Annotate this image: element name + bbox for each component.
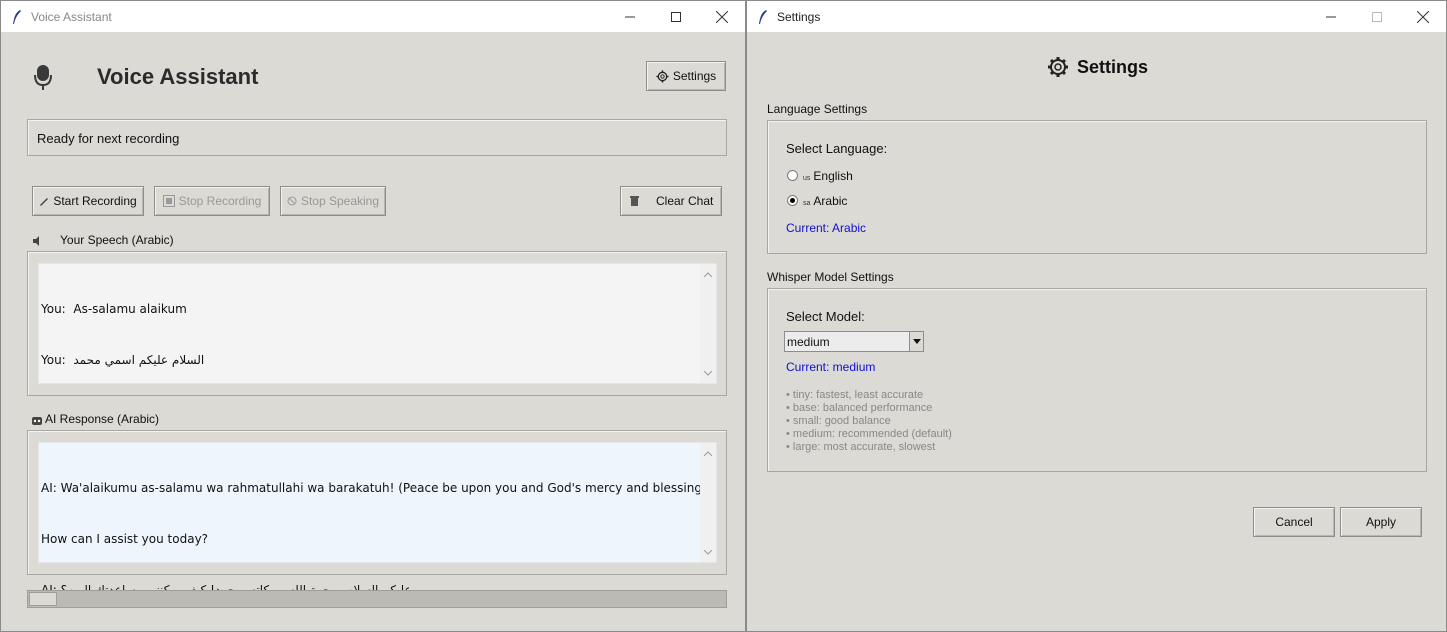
voice-assistant-window: Voice Assistant Voice Assistant Settings… — [0, 0, 746, 632]
mute-icon — [287, 196, 297, 206]
response-line: How can I assist you today? — [41, 532, 209, 546]
minimize-button[interactable] — [1308, 1, 1354, 32]
progress-fill — [29, 592, 57, 606]
stop-speaking-label: Stop Speaking — [300, 194, 380, 208]
model-group-label: Whisper Model Settings — [767, 270, 894, 284]
title-bar: Settings — [747, 1, 1446, 32]
close-button[interactable] — [699, 1, 745, 32]
us-flag-icon: us — [803, 175, 811, 182]
current-language: Current: Arabic — [786, 221, 867, 235]
cancel-button[interactable]: Cancel — [1253, 507, 1335, 537]
title-bar: Voice Assistant — [1, 1, 745, 32]
response-scrollbar[interactable] — [700, 443, 716, 562]
maximize-button[interactable] — [653, 1, 699, 32]
stop-recording-label: Stop Recording — [178, 194, 262, 208]
speech-line: You: السلام عليكم اسمي محمد — [41, 353, 205, 367]
app-heading: Voice Assistant — [97, 64, 259, 89]
chevron-down-icon[interactable] — [909, 332, 923, 351]
gear-icon — [1047, 56, 1069, 81]
apply-button[interactable]: Apply — [1340, 507, 1422, 537]
select-model-label: Select Model: — [786, 309, 865, 324]
model-note: • medium: recommended (default) — [786, 428, 952, 440]
settings-button-label: Settings — [672, 69, 717, 83]
speech-section-label: Your Speech (Arabic) — [60, 233, 174, 247]
chevron-up-icon[interactable] — [700, 266, 716, 282]
stop-icon — [162, 195, 175, 207]
model-select[interactable]: medium — [784, 331, 924, 352]
response-textbox[interactable]: AI: Wa'alaikumu as-salamu wa rahmatullah… — [38, 442, 717, 597]
current-model: Current: medium — [786, 360, 876, 374]
response-section-label: AI Response (Arabic) — [45, 412, 160, 426]
select-language-label: Select Language: — [786, 141, 888, 156]
model-note: • base: balanced performance — [786, 402, 933, 414]
sa-flag-icon: sa — [803, 200, 811, 207]
maximize-button[interactable] — [1354, 1, 1400, 32]
window-title: Settings — [777, 9, 821, 24]
cancel-button-label: Cancel — [1275, 515, 1313, 529]
model-note: • tiny: fastest, least accurate — [786, 389, 924, 401]
radio-button[interactable] — [787, 170, 798, 181]
gear-icon — [656, 69, 669, 83]
trash-icon — [629, 195, 640, 207]
robot-icon — [31, 414, 43, 429]
model-note: • small: good balance — [786, 415, 891, 427]
speaker-icon — [31, 235, 43, 250]
progress-bar — [27, 590, 727, 608]
settings-heading: Settings — [1077, 57, 1149, 77]
clear-chat-label: Clear Chat — [656, 194, 714, 208]
close-button[interactable] — [1400, 1, 1446, 32]
model-notes: • tiny: fastest, least accurate • base: … — [786, 389, 952, 454]
window-title: Voice Assistant — [31, 9, 112, 24]
settings-button[interactable]: Settings — [646, 61, 726, 91]
speech-textbox[interactable]: You: As-salamu alaikum You: السلام عليكم… — [38, 263, 717, 384]
clear-chat-button[interactable]: Clear Chat — [620, 186, 722, 216]
pen-icon — [39, 196, 49, 206]
radio-button[interactable] — [787, 195, 798, 206]
status-panel: Ready for next recording — [27, 119, 727, 156]
model-select-value: medium — [787, 335, 830, 349]
model-note: • large: most accurate, slowest — [786, 441, 936, 453]
minimize-button[interactable] — [607, 1, 653, 32]
status-text: Ready for next recording — [37, 131, 180, 146]
stop-speaking-button[interactable]: Stop Speaking — [280, 186, 386, 216]
chevron-down-icon[interactable] — [700, 544, 716, 560]
settings-window: Settings Settings Language Settings Sele… — [746, 0, 1447, 632]
speech-scrollbar[interactable] — [700, 264, 716, 383]
arabic-label: Arabic — [813, 194, 848, 208]
feather-icon — [11, 9, 23, 25]
chevron-down-icon[interactable] — [700, 365, 716, 381]
feather-icon — [757, 9, 769, 25]
speech-line: You: As-salamu alaikum — [41, 302, 187, 316]
response-line: AI: Wa'alaikumu as-salamu wa rahmatullah… — [41, 481, 717, 495]
language-group-label: Language Settings — [767, 102, 868, 116]
english-label: English — [813, 169, 853, 183]
apply-button-label: Apply — [1365, 515, 1397, 529]
radio-english[interactable]: us English — [787, 169, 987, 185]
start-recording-button[interactable]: Start Recording — [32, 186, 144, 216]
microphone-icon — [31, 63, 55, 94]
start-recording-label: Start Recording — [53, 194, 137, 208]
radio-arabic[interactable]: sa Arabic — [787, 194, 987, 210]
stop-recording-button[interactable]: Stop Recording — [154, 186, 270, 216]
chevron-up-icon[interactable] — [700, 445, 716, 461]
